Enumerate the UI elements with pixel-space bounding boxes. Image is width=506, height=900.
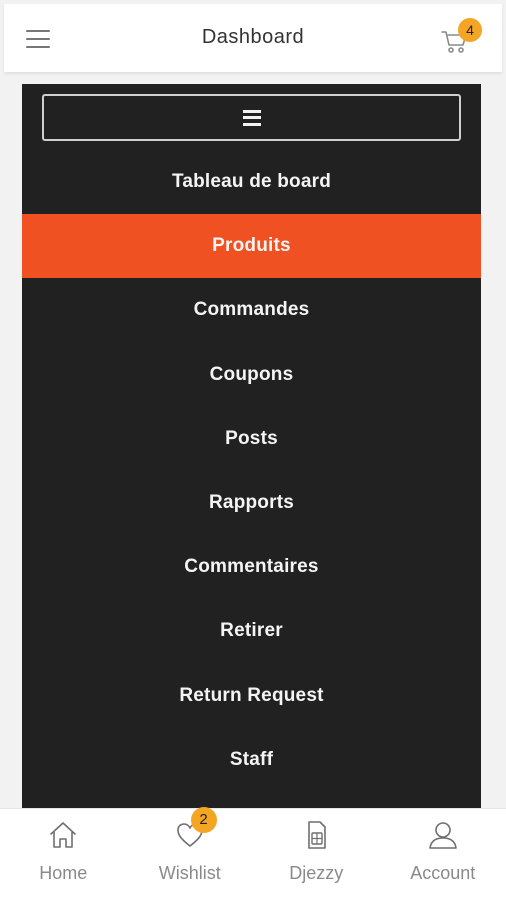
menu-item-staff[interactable]: Staff	[22, 728, 481, 792]
menu-item-commentaires[interactable]: Commentaires	[22, 535, 481, 599]
cart-button[interactable]: 4	[440, 18, 482, 56]
nav-item-wishlist[interactable]: 2 Wishlist	[127, 807, 254, 900]
cart-count-badge: 4	[458, 18, 482, 42]
user-icon	[427, 819, 459, 851]
top-app-bar: Dashboard 4	[4, 4, 502, 72]
sim-card-icon	[300, 819, 332, 851]
nav-item-home[interactable]: Home	[0, 809, 127, 900]
nav-item-account[interactable]: Account	[380, 809, 506, 900]
home-icon	[47, 819, 79, 851]
app-screen: Dashboard 4 Tableau de board Produits Co…	[0, 0, 506, 900]
menu-item-commandes[interactable]: Commandes	[22, 278, 481, 342]
menu-item-posts[interactable]: Posts	[22, 407, 481, 471]
menu-item-rapports[interactable]: Rapports	[22, 471, 481, 535]
nav-item-djezzy[interactable]: Djezzy	[253, 809, 380, 900]
hamburger-icon	[242, 109, 261, 126]
dashboard-menu-panel: Tableau de board Produits Commandes Coup…	[22, 84, 481, 808]
wishlist-count-badge: 2	[190, 807, 217, 833]
menu-item-return-request[interactable]: Return Request	[22, 664, 481, 728]
menu-item-produits[interactable]: Produits	[22, 214, 481, 279]
menu-list: Tableau de board Produits Commandes Coup…	[22, 150, 481, 792]
nav-label-djezzy: Djezzy	[289, 863, 344, 883]
menu-item-tableau-de-board[interactable]: Tableau de board	[22, 150, 481, 214]
nav-label-home: Home	[39, 863, 88, 883]
menu-toggle-button[interactable]	[42, 94, 461, 141]
bottom-navigation: Home 2 Wishlist Djezzy Account	[0, 807, 506, 900]
menu-item-retirer[interactable]: Retirer	[22, 599, 481, 663]
nav-label-wishlist: Wishlist	[158, 863, 221, 883]
page-title: Dashboard	[201, 26, 305, 48]
nav-label-account: Account	[410, 863, 476, 883]
menu-item-coupons[interactable]: Coupons	[22, 343, 481, 407]
